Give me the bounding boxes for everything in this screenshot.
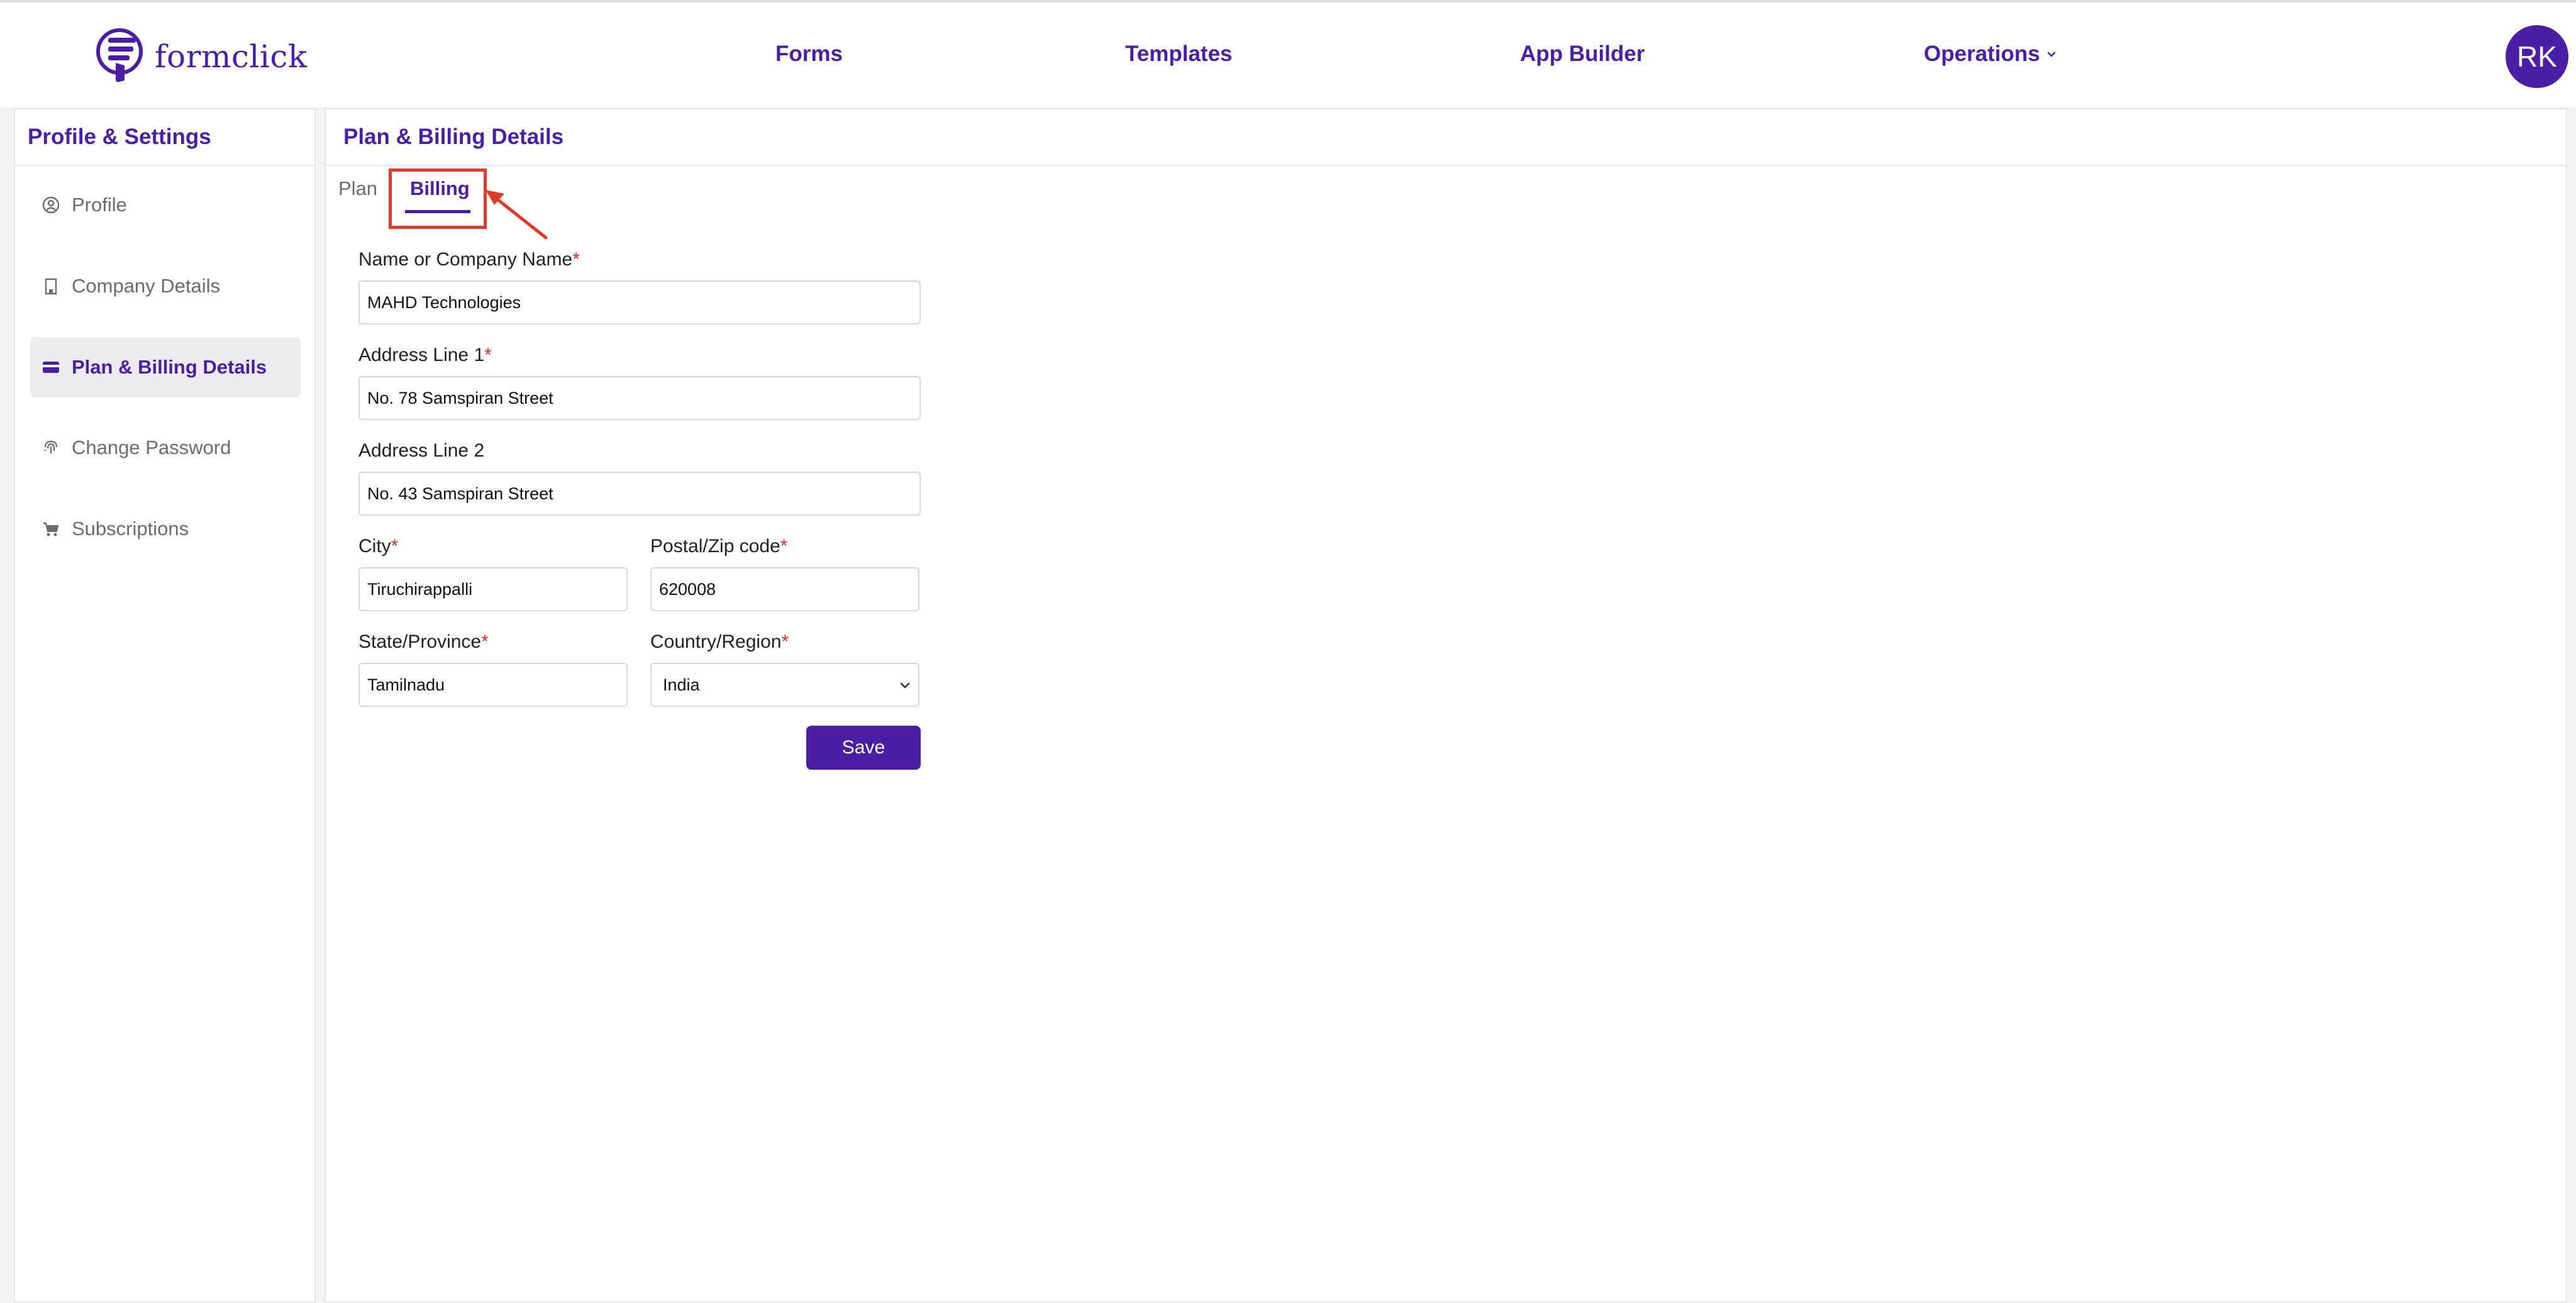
brand-name: formclick	[155, 38, 308, 75]
name-input[interactable]	[358, 280, 921, 324]
name-label: Name or Company Name*	[358, 249, 580, 270]
user-avatar[interactable]: RK	[2506, 25, 2568, 88]
address-line1-input[interactable]	[358, 376, 921, 420]
cart-icon	[43, 523, 59, 536]
postal-code-input[interactable]	[650, 567, 919, 611]
address-line2-label: Address Line 2	[358, 440, 485, 461]
chevron-down-icon	[2047, 52, 2056, 57]
avatar-initials: RK	[2517, 40, 2557, 73]
fingerprint-icon	[44, 440, 58, 453]
sidebar-item-label: Company Details	[72, 275, 221, 297]
required-marker: *	[484, 345, 492, 365]
state-label: State/Province*	[358, 631, 489, 652]
annotation-highlight-box	[389, 169, 487, 229]
top-navigation-bar: formclick Forms Templates App Builder Op…	[0, 0, 2576, 107]
sidebar-item-label: Profile	[72, 194, 127, 216]
country-select-value: India	[650, 663, 919, 707]
formclick-logo-icon	[96, 28, 143, 82]
nav-forms[interactable]: Forms	[775, 42, 843, 67]
address-line2-input[interactable]	[358, 472, 921, 516]
credit-card-icon	[43, 362, 59, 373]
sidebar-item-company-details[interactable]: Company Details	[30, 256, 301, 316]
country-select[interactable]: India	[650, 663, 919, 707]
settings-sidebar: Profile & Settings Profile Company Detai…	[14, 108, 316, 1303]
plan-billing-panel: Plan & Billing Details Plan Billing Name…	[325, 108, 2567, 1303]
nav-operations[interactable]: Operations	[1924, 42, 2058, 67]
address-line1-label: Address Line 1*	[358, 345, 492, 365]
save-button[interactable]: Save	[806, 726, 921, 770]
state-input[interactable]	[358, 663, 628, 707]
city-label: City*	[358, 536, 399, 557]
page-title: Plan & Billing Details	[326, 109, 2566, 166]
sidebar-title: Profile & Settings	[15, 109, 314, 166]
required-marker: *	[780, 536, 788, 557]
sidebar-item-plan-billing[interactable]: Plan & Billing Details	[30, 337, 301, 397]
required-marker: *	[391, 536, 399, 557]
nav-templates[interactable]: Templates	[1125, 42, 1233, 67]
building-icon	[45, 278, 57, 295]
sidebar-item-label: Plan & Billing Details	[72, 356, 267, 378]
postal-code-label: Postal/Zip code*	[650, 536, 788, 557]
tab-plan[interactable]: Plan	[338, 177, 377, 200]
sidebar-item-change-password[interactable]: Change Password	[30, 418, 301, 478]
chevron-down-icon	[900, 682, 910, 689]
sidebar-item-label: Subscriptions	[72, 518, 189, 540]
sidebar-item-profile[interactable]: Profile	[30, 175, 301, 235]
required-marker: *	[572, 249, 580, 270]
user-circle-icon	[42, 196, 60, 214]
city-input[interactable]	[358, 567, 628, 611]
brand-logo[interactable]: formclick	[94, 25, 308, 88]
sidebar-item-label: Change Password	[72, 436, 231, 458]
annotation-arrow-icon	[486, 190, 548, 240]
required-marker: *	[781, 631, 789, 652]
sidebar-item-subscriptions[interactable]: Subscriptions	[30, 499, 301, 559]
required-marker: *	[481, 631, 489, 652]
country-label: Country/Region*	[650, 631, 789, 652]
nav-operations-label: Operations	[1924, 42, 2040, 66]
nav-app-builder[interactable]: App Builder	[1520, 42, 1645, 67]
